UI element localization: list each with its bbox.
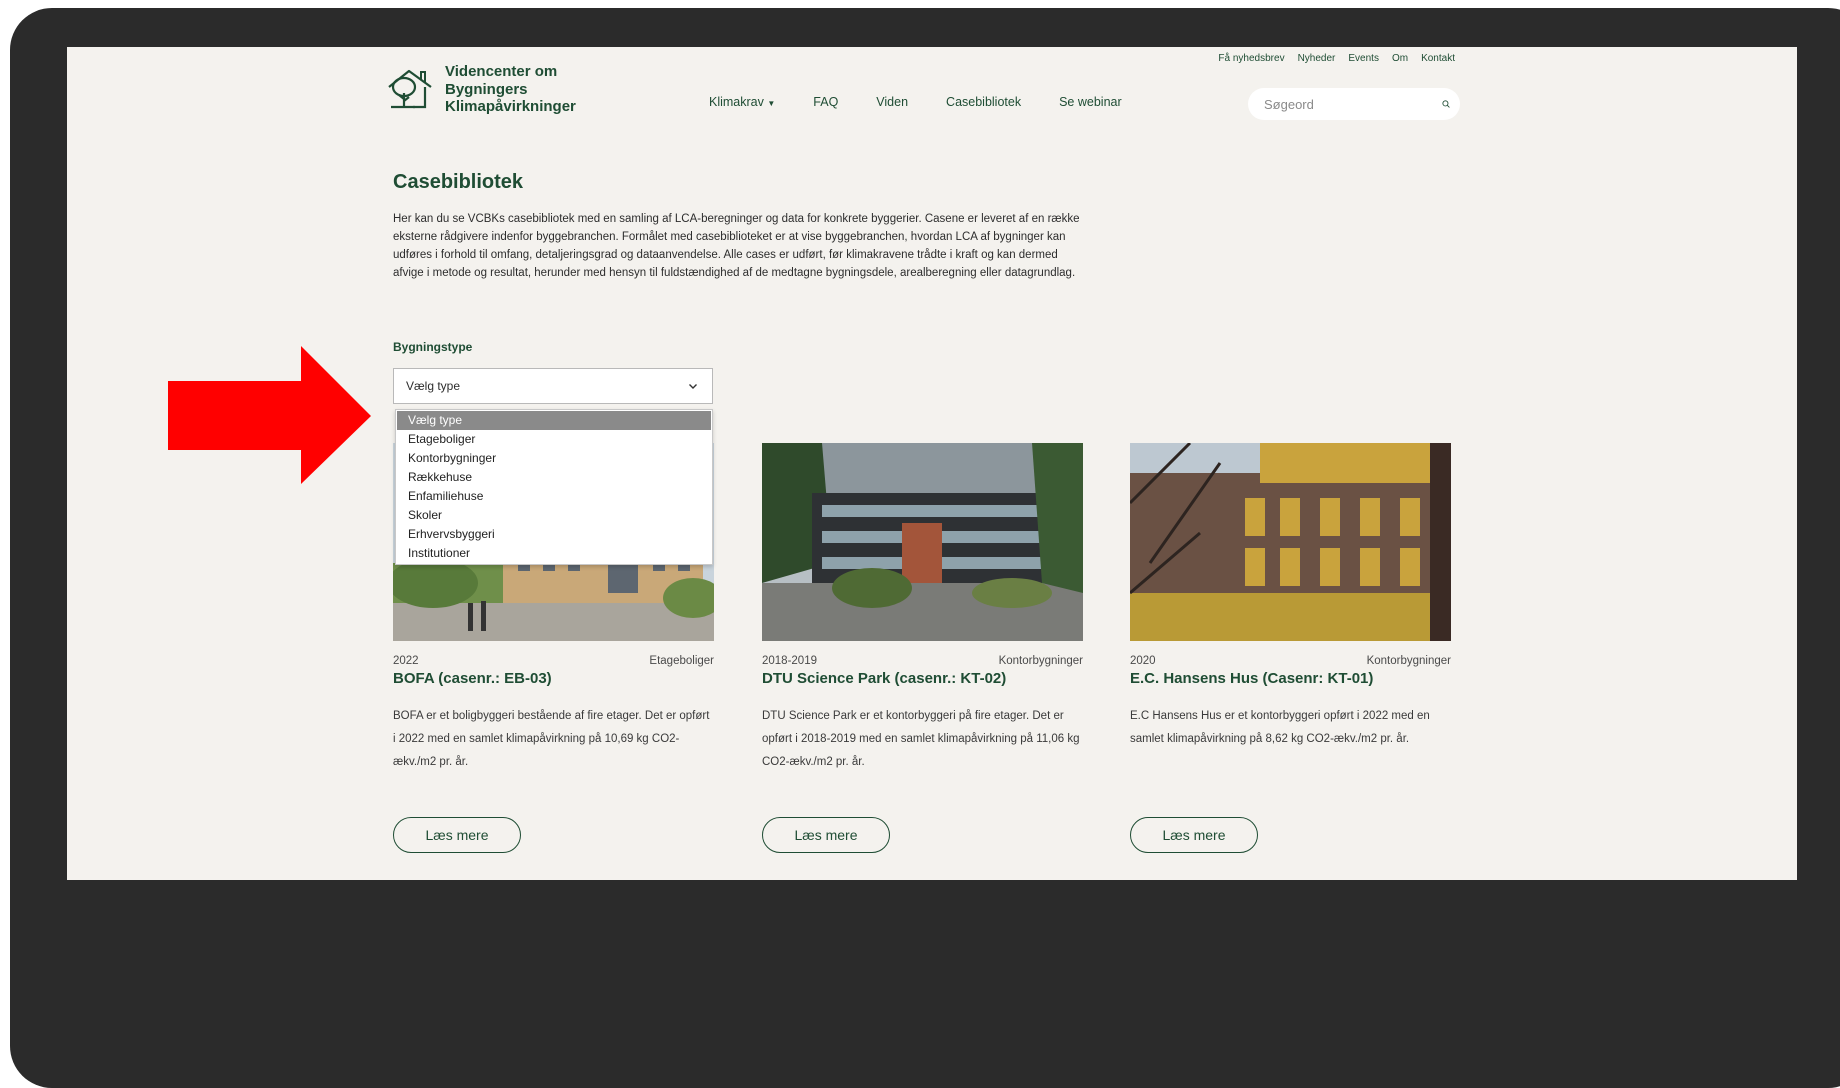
page-title: Casebibliotek (393, 171, 524, 193)
caret-down-icon: ▼ (767, 99, 776, 108)
nav-events-link[interactable]: Events (1348, 53, 1379, 64)
case-description: E.C Hansens Hus er et kontorbyggeri opfø… (1130, 710, 1430, 745)
read-more-button[interactable]: Læs mere (393, 817, 521, 853)
building-type-options: Vælg type Etageboliger Kontorbygninger R… (395, 409, 713, 565)
case-image-ec-hansens-hus[interactable] (1130, 443, 1451, 641)
nav-contact-link[interactable]: Kontakt (1421, 53, 1455, 64)
case-title[interactable]: E.C. Hansens Hus (Casenr: KT-01) (1130, 670, 1451, 687)
search-input[interactable] (1262, 95, 1442, 113)
annotation-arrow-icon (168, 346, 371, 484)
nav-news-link[interactable]: Nyheder (1298, 53, 1336, 64)
case-image-dtu-science-park[interactable] (762, 443, 1083, 641)
case-category: Etageboliger (649, 655, 714, 667)
case-year: 2020 (1130, 655, 1156, 667)
option-erhvervsbyggeri[interactable]: Erhvervsbyggeri (397, 525, 711, 544)
case-description: DTU Science Park er et kontorbyggeri på … (762, 710, 1080, 768)
case-meta: 2018-2019 Kontorbygninger (762, 655, 1083, 667)
house-tree-logo-icon (388, 69, 432, 109)
case-card: 2020 Kontorbygninger E.C. Hansens Hus (C… (1130, 443, 1451, 853)
search-icon[interactable] (1442, 97, 1450, 111)
case-meta: 2022 Etageboliger (393, 655, 714, 667)
utility-nav: Få nyhedsbrev Nyheder Events Om Kontakt (1218, 53, 1455, 64)
page-intro: Her kan du se VCBKs casebibliotek med en… (393, 213, 1080, 279)
case-card: 2018-2019 Kontorbygninger DTU Science Pa… (762, 443, 1083, 853)
case-title[interactable]: DTU Science Park (casenr.: KT-02) (762, 670, 1083, 687)
nav-webinar[interactable]: Se webinar (1059, 95, 1122, 109)
nav-klimakrav-label: Klimakrav (709, 95, 764, 109)
nav-faq[interactable]: FAQ (813, 95, 838, 109)
option-skoler[interactable]: Skoler (397, 506, 711, 525)
site-logo-text: Videncenter om Bygningers Klimapåvirknin… (445, 63, 576, 115)
building-type-label: Bygningstype (393, 340, 473, 354)
main-nav: Klimakrav ▼ FAQ Viden Casebibliotek Se w… (709, 95, 1122, 109)
nav-viden[interactable]: Viden (876, 95, 908, 109)
nav-casebibliotek[interactable]: Casebibliotek (946, 95, 1021, 109)
case-title[interactable]: BOFA (casenr.: EB-03) (393, 670, 714, 687)
chevron-down-icon (689, 384, 697, 389)
option-etageboliger[interactable]: Etageboliger (397, 430, 711, 449)
building-type-selected-value: Vælg type (406, 379, 461, 393)
building-type-select[interactable]: Vælg type (393, 368, 713, 404)
case-year: 2022 (393, 655, 419, 667)
case-description: BOFA er et boligbyggeri bestående af fir… (393, 710, 710, 768)
case-category: Kontorbygninger (1366, 655, 1451, 667)
option-vaelg-type[interactable]: Vælg type (397, 411, 711, 430)
option-kontorbygninger[interactable]: Kontorbygninger (397, 449, 711, 468)
read-more-button[interactable]: Læs mere (762, 817, 890, 853)
nav-newsletter-link[interactable]: Få nyhedsbrev (1218, 53, 1284, 64)
case-category: Kontorbygninger (998, 655, 1083, 667)
case-meta: 2020 Kontorbygninger (1130, 655, 1451, 667)
read-more-button[interactable]: Læs mere (1130, 817, 1258, 853)
site-logo[interactable]: Videncenter om Bygningers Klimapåvirknin… (385, 63, 595, 116)
nav-about-link[interactable]: Om (1392, 53, 1408, 64)
nav-klimakrav[interactable]: Klimakrav ▼ (709, 95, 775, 109)
search-box (1248, 88, 1460, 120)
option-raekkehuse[interactable]: Rækkehuse (397, 468, 711, 487)
case-year: 2018-2019 (762, 655, 817, 667)
option-institutioner[interactable]: Institutioner (397, 544, 711, 563)
option-enfamiliehuse[interactable]: Enfamiliehuse (397, 487, 711, 506)
